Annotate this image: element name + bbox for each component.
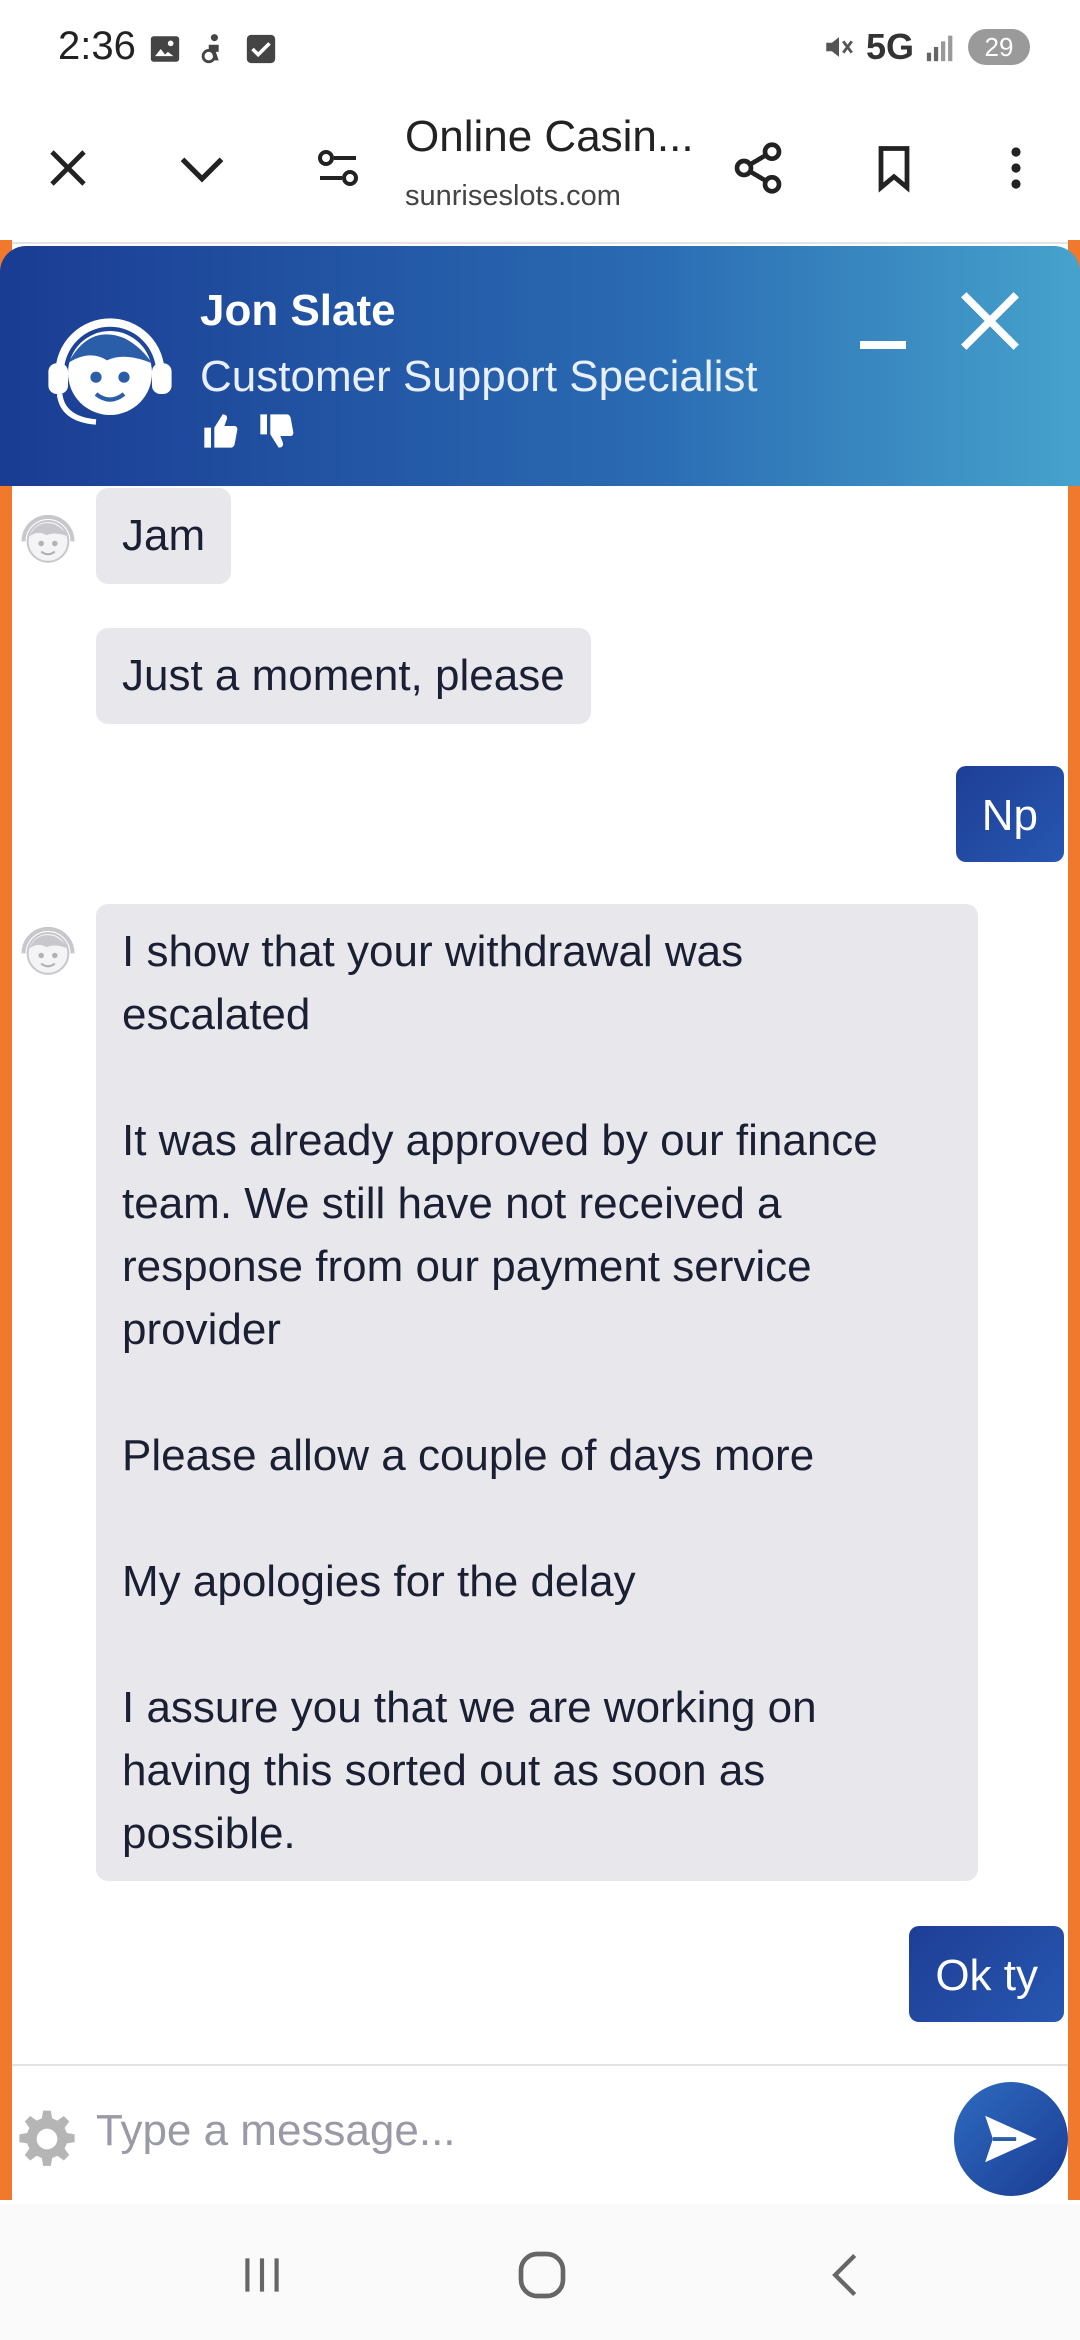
signal-icon [926,35,953,62]
thumbs-up-icon[interactable] [200,411,242,451]
page-settings-icon [318,150,358,186]
send-icon [985,2115,1037,2163]
agent-avatar-icon [48,318,172,425]
bookmark-button[interactable] [856,130,932,206]
share-button[interactable] [720,130,796,206]
thumbs-down-icon[interactable] [256,411,298,451]
status-right-icons: 5G 29 [822,26,1030,68]
status-bar: 2:36 5G 29 [0,0,1080,100]
network-label: 5G [865,26,914,67]
rating-buttons [200,411,298,451]
agent-small-avatar-icon [21,926,75,975]
user-message: Np [955,766,1064,862]
agent-name: Jon Slate [200,286,396,335]
agent-message: Just a moment, please [96,628,591,724]
recent-apps-button[interactable] [222,2240,302,2310]
page-title[interactable]: Online Casin... [405,112,694,162]
user-message: Ok ty [909,1926,1064,2022]
back-button[interactable] [806,2240,886,2310]
agent-small-avatar-icon [21,514,75,563]
more-options-button[interactable] [978,130,1054,206]
system-nav-bar [0,2204,1080,2340]
home-button[interactable] [502,2240,582,2310]
home-icon [518,2251,566,2299]
bookmark-icon [878,146,910,193]
chevron-down-icon [180,157,224,183]
chat-messages[interactable]: Jam Just a moment, please Np I show that… [12,486,1068,2064]
chat-header: Jon Slate Customer Support Specialist [0,246,1080,486]
agent-message: Jam [96,488,232,584]
back-icon [832,2253,857,2297]
close-tab-button[interactable] [30,130,106,206]
browser-toolbar: Online Casin... sunriseslots.com [0,100,1080,244]
page-accent-edge-right [1068,240,1080,2200]
battery-icon: 29 [968,29,1030,65]
image-icon [150,36,180,62]
agent-role: Customer Support Specialist [200,352,758,401]
checkbox-icon [246,34,276,64]
accessibility-icon [201,34,219,64]
page-url[interactable]: sunriseslots.com [405,180,621,213]
close-icon [50,150,86,186]
share-icon [734,142,782,194]
message-input[interactable] [96,2096,936,2166]
send-button[interactable] [954,2082,1068,2196]
mute-icon [826,37,853,57]
more-icon [1011,147,1021,189]
agent-message: I show that your withdrawal was escalate… [96,904,978,1881]
minimize-custom-tab-button[interactable] [164,130,240,206]
close-chat-button[interactable] [955,286,1025,356]
recent-apps-icon [245,2258,279,2292]
message-composer [12,2064,1068,2204]
status-left-icons [148,32,278,66]
page-settings-button[interactable] [300,130,376,206]
page-accent-edge-left [0,240,12,2200]
status-time: 2:36 [58,24,136,68]
minimize-chat-button[interactable] [860,341,906,349]
gear-icon[interactable] [16,2108,78,2170]
